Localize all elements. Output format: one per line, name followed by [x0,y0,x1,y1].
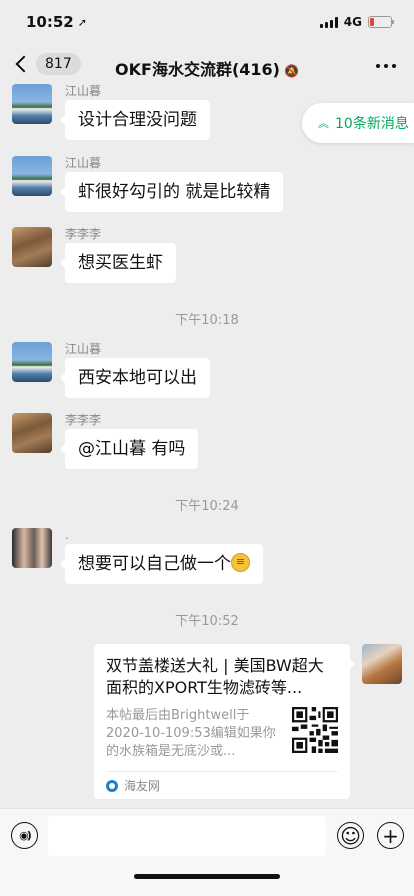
double-chevron-up-icon: ︽ [318,116,329,130]
emoji-button[interactable]: ☺ [337,822,364,849]
status-indicators: 4G [319,15,394,29]
timestamp: 下午10:52 [175,614,239,629]
avatar[interactable] [12,84,52,124]
message-input[interactable] [48,816,326,856]
qr-code-icon [292,707,338,753]
message-bubble[interactable]: 虾很好勾引的 就是比较精 [59,172,284,212]
avatar[interactable] [12,342,52,382]
network-label: 4G [343,15,362,29]
grinning-emoji-icon: ≡ [231,552,250,572]
message: 江山暮 西安本地可以出 [12,342,210,398]
new-messages-button[interactable]: ︽ 10条新消息 [302,103,414,143]
battery-icon [368,16,394,28]
avatar[interactable] [12,413,52,453]
message: 李李李 想买医生虾 [12,227,176,283]
my-avatar[interactable] [362,644,402,684]
status-time: 10:52 [26,13,74,31]
timestamp: 下午10:18 [175,313,239,328]
status-bar: 10:52 ➚ 4G [0,0,414,44]
message-bubble[interactable]: 设计合理没问题 [60,100,210,140]
sender-name: . [65,528,69,542]
input-bar: ◉) ☺ + [0,808,414,896]
sender-name: 李李李 [65,413,102,427]
emoji-icon: ☺ [340,823,361,848]
sender-name: 江山暮 [65,156,102,170]
source-logo-icon [106,779,118,792]
timestamp: 下午10:24 [175,499,239,514]
chat-title-text: OKF海水交流群(416) [115,60,280,79]
message-bubble[interactable]: 想要可以自己做一个 ≡ [60,544,263,584]
chat-title: OKF海水交流群(416) 🔕 [0,56,414,80]
home-indicator [134,874,280,879]
sender-name: 李李李 [65,227,102,241]
message-bubble[interactable]: @江山暮 有吗 [59,429,199,469]
link-card-title: 双节盖楼送大礼 | 美国BW超大面积的XPORT生物滤砖等... [106,656,324,697]
message-text: 想要可以自己做一个 [78,554,231,574]
avatar[interactable] [12,227,52,267]
sender-name: 江山暮 [65,342,102,356]
message: 江山暮 虾很好勾引的 就是比较精 [12,156,284,212]
outgoing-message: 双节盖楼送大礼 | 美国BW超大面积的XPORT生物滤砖等... 本帖最后由Br… [94,644,402,799]
message-bubble[interactable]: 西安本地可以出 [60,358,210,398]
nav-bar: 817 OKF海水交流群(416) 🔕 [0,44,414,88]
plus-icon: + [382,823,399,848]
message: 李李李 @江山暮 有吗 [12,413,199,469]
avatar[interactable] [12,528,52,568]
voice-input-button[interactable]: ◉) [11,822,38,849]
message-bubble[interactable]: 想买医生虾 [60,243,176,283]
voice-icon: ◉) [19,829,32,842]
link-card[interactable]: 双节盖楼送大礼 | 美国BW超大面积的XPORT生物滤砖等... 本帖最后由Br… [94,644,355,799]
link-card-footer: 海友网 [106,771,338,799]
mute-bell-icon: 🔕 [284,64,299,78]
more-functions-button[interactable]: + [377,822,404,849]
sender-name: 江山暮 [65,84,102,98]
message: 江山暮 设计合理没问题 [12,84,210,140]
message: . 想要可以自己做一个 ≡ [12,528,263,584]
link-card-source: 海友网 [124,779,161,793]
link-card-description: 本帖最后由Brightwell于2020-10-109:53编辑如果你的水族箱是… [106,708,276,759]
more-options-button[interactable] [376,64,396,68]
avatar[interactable] [12,156,52,196]
new-messages-label: 10条新消息 [335,116,409,132]
location-icon: ➚ [77,15,87,29]
signal-icon [319,16,338,28]
